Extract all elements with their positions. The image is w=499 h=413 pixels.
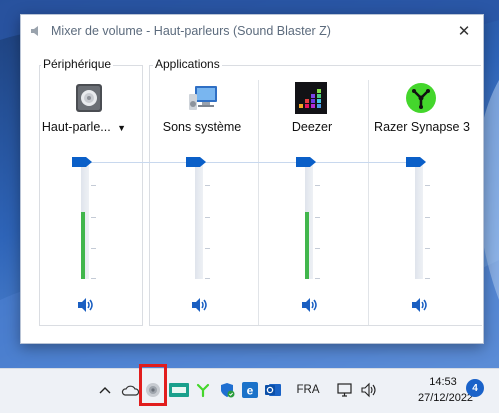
channel-razer-synapse: Razer Synapse 3 [367, 15, 477, 315]
outlook-tray[interactable] [263, 379, 283, 401]
mute-button[interactable] [299, 295, 323, 315]
slider-tick [205, 185, 210, 186]
volume-slider-thumb[interactable] [406, 157, 426, 167]
clock[interactable]: 14:53 27/12/2022 [418, 374, 474, 406]
app-name: Razer Synapse 3 [374, 120, 470, 134]
channel-deezer: Deezer [257, 15, 367, 315]
outlook-icon [265, 384, 281, 396]
slider-tick [315, 248, 320, 249]
clock-date: 27/12/2022 [418, 392, 474, 404]
slider-tick [425, 217, 430, 218]
volume-track [415, 162, 423, 279]
level-meter [305, 212, 309, 279]
language-indicator: FRA [296, 384, 320, 396]
razer-tray[interactable] [193, 379, 213, 401]
defender-tray[interactable] [217, 379, 237, 401]
network-tray[interactable] [335, 379, 355, 401]
slider-tick [425, 278, 430, 279]
razer-tray-icon [196, 383, 210, 398]
slider-tick [315, 185, 320, 186]
app-name: Deezer [291, 120, 333, 134]
system-sounds-icon [189, 86, 217, 110]
clock-time: 14:53 [429, 376, 457, 388]
chevron-down-icon: ▼ [117, 123, 127, 133]
svg-text:e: e [247, 384, 254, 398]
volume-slider-thumb[interactable] [186, 157, 206, 167]
speaker-device-icon [76, 84, 102, 112]
slider-tick [205, 217, 210, 218]
deezer-icon [295, 82, 327, 114]
slider-tick [205, 278, 210, 279]
notification-badge[interactable]: 4 [466, 379, 484, 397]
mute-button[interactable] [75, 295, 99, 315]
network-icon [337, 383, 352, 397]
keyboard-app-icon [169, 383, 189, 397]
edge-icon: e [242, 382, 258, 398]
slider-tick [91, 217, 96, 218]
show-hidden-icons-button[interactable] [96, 379, 114, 401]
slider-tick [315, 278, 320, 279]
volume-mixer-window: Mixer de volume - Haut-parleurs (Sound B… [20, 14, 484, 344]
volume-tray[interactable] [358, 379, 380, 401]
highlight-annotation [139, 364, 167, 406]
keyboard-app-tray[interactable] [168, 379, 190, 401]
edge-tray[interactable]: e [240, 379, 260, 401]
slider-tick [425, 248, 430, 249]
mute-button[interactable] [189, 295, 213, 315]
slider-tick [91, 248, 96, 249]
channel-device: Haut-parle... ▼ [27, 15, 137, 315]
slider-tick [425, 185, 430, 186]
level-meter [81, 212, 85, 279]
volume-slider-thumb[interactable] [296, 157, 316, 167]
slider-tick [315, 217, 320, 218]
onedrive-tray[interactable] [119, 379, 141, 401]
chevron-up-icon [99, 387, 111, 394]
slider-tick [205, 248, 210, 249]
device-dropdown[interactable]: Haut-parle... ▼ [29, 120, 139, 134]
slider-tick [91, 278, 96, 279]
app-name: Sons système [162, 120, 242, 134]
onedrive-icon [121, 385, 139, 396]
slider-tick [91, 185, 96, 186]
defender-icon [221, 383, 235, 398]
mute-button[interactable] [409, 295, 433, 315]
taskbar: e FRA 14:53 27/12/2022 4 [0, 368, 499, 413]
razer-synapse-icon [406, 83, 436, 113]
channel-system-sounds: Sons système [147, 15, 257, 315]
input-language-button[interactable]: FRA [294, 379, 322, 401]
volume-icon [361, 382, 376, 398]
volume-track [195, 162, 203, 279]
device-name: Haut-parle... [41, 120, 111, 134]
volume-slider-thumb[interactable] [72, 157, 92, 167]
